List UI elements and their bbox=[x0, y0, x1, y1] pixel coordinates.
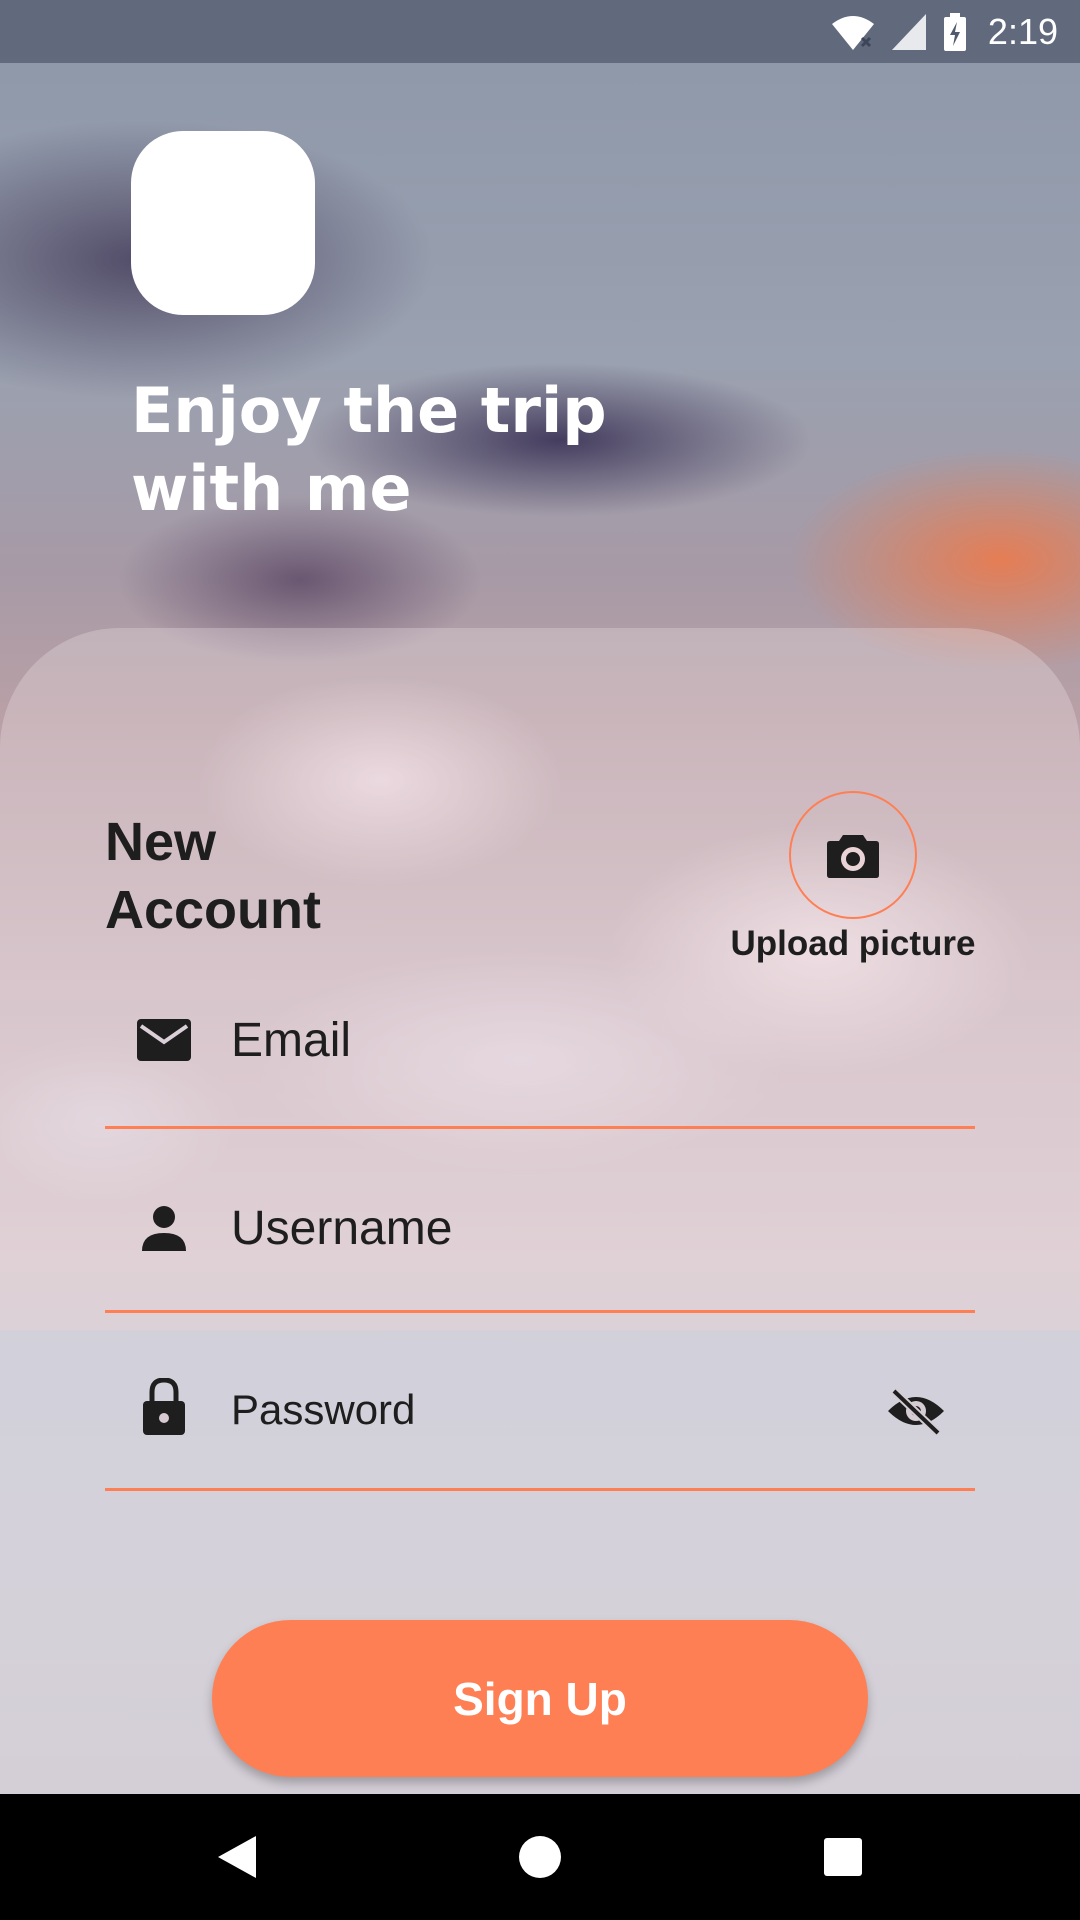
signal-icon bbox=[891, 14, 926, 50]
hero-headline-line2: with me bbox=[131, 452, 412, 525]
hero-headline: Enjoy the trip with me bbox=[131, 372, 751, 528]
recents-icon[interactable] bbox=[813, 1827, 873, 1887]
username-field bbox=[105, 1173, 975, 1313]
form-title: New Account bbox=[105, 808, 321, 944]
person-icon bbox=[135, 1199, 193, 1257]
password-input[interactable] bbox=[231, 1375, 831, 1445]
email-field bbox=[105, 989, 975, 1129]
upload-picture-label[interactable]: Upload picture bbox=[720, 918, 986, 970]
sign-up-button[interactable]: Sign Up bbox=[212, 1620, 868, 1777]
home-icon[interactable] bbox=[510, 1827, 570, 1887]
app-screen: 2:19 Enjoy the trip with me New Account … bbox=[0, 0, 1080, 1794]
battery-charging-icon bbox=[943, 13, 966, 51]
form-title-line2: Account bbox=[105, 880, 321, 940]
username-input[interactable] bbox=[231, 1193, 831, 1263]
email-icon bbox=[135, 1011, 193, 1069]
status-time: 2:19 bbox=[987, 11, 1058, 52]
app-logo bbox=[131, 131, 315, 315]
visibility-off-icon[interactable] bbox=[885, 1380, 947, 1442]
navigation-bar bbox=[0, 1794, 1080, 1920]
email-input[interactable] bbox=[231, 1005, 831, 1075]
wifi-icon bbox=[831, 16, 874, 50]
hero-headline-line1: Enjoy the trip bbox=[131, 374, 607, 447]
camera-icon bbox=[827, 835, 879, 878]
back-icon[interactable] bbox=[207, 1827, 267, 1887]
status-bar: 2:19 bbox=[0, 0, 1080, 63]
form-title-line1: New bbox=[105, 812, 217, 872]
lock-icon bbox=[135, 1378, 193, 1436]
upload-picture-button[interactable] bbox=[789, 791, 917, 919]
password-field bbox=[105, 1350, 975, 1491]
